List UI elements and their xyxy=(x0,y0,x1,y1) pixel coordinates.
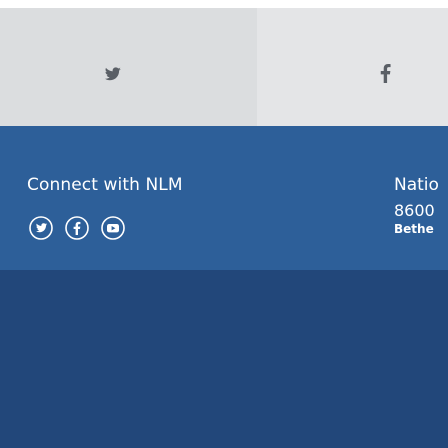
footer-facebook-link[interactable] xyxy=(65,216,89,240)
twitter-icon xyxy=(105,67,121,81)
city-address: Bethe xyxy=(394,222,434,236)
facebook-icon xyxy=(65,216,89,240)
connect-title: Connect with NLM xyxy=(27,175,183,195)
street-address: 8600 xyxy=(394,201,435,220)
page-top-band xyxy=(0,0,448,8)
social-links xyxy=(29,212,125,242)
footer-youtube-link[interactable] xyxy=(101,216,125,240)
address-block: Natio 8600 Bethe xyxy=(394,175,439,236)
share-facebook-button[interactable] xyxy=(257,8,448,126)
share-bar xyxy=(0,8,448,126)
org-name: Natio xyxy=(394,175,439,195)
footer-bottom-band xyxy=(0,270,448,448)
share-twitter-button[interactable] xyxy=(0,8,257,126)
youtube-icon xyxy=(101,216,125,240)
twitter-icon xyxy=(29,216,53,240)
facebook-icon xyxy=(380,64,391,83)
footer-twitter-link[interactable] xyxy=(29,216,53,240)
site-footer: Connect with NLM Natio 8600 Bethe xyxy=(0,126,448,448)
